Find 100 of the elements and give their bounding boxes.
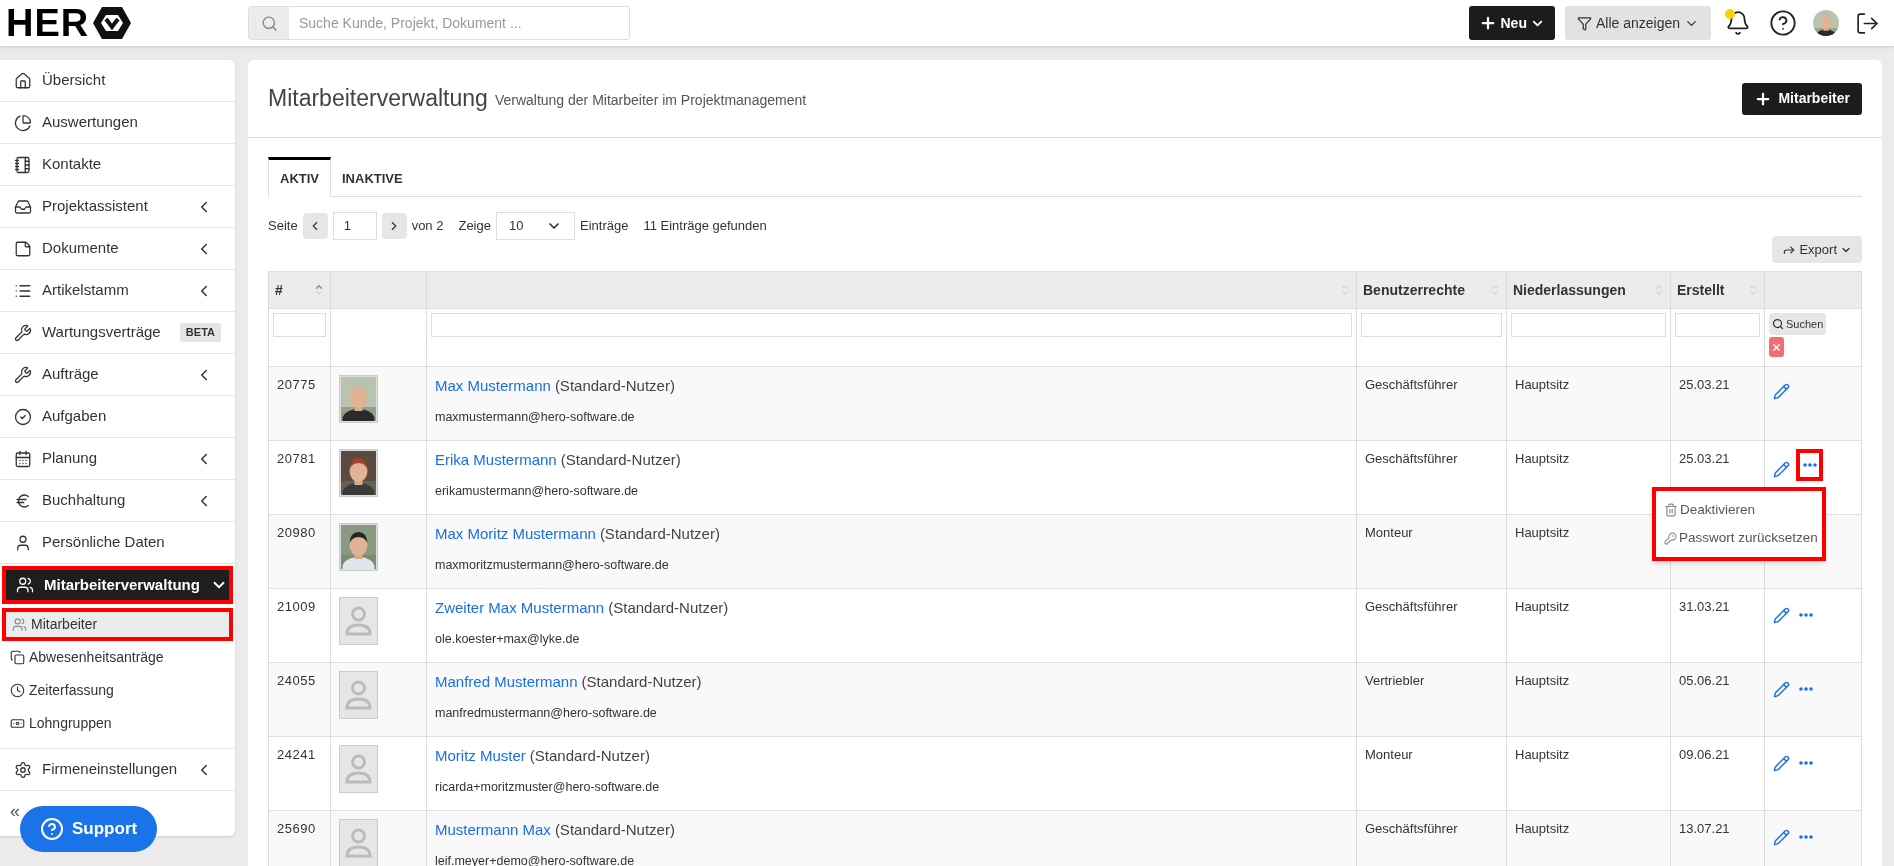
employee-link[interactable]: Moritz Muster: [435, 747, 526, 764]
table-cell: Geschäftsführer: [1365, 451, 1458, 466]
clear-filter-button[interactable]: [1769, 337, 1784, 357]
clock-icon: [10, 683, 25, 698]
role-label: (Standard-Nutzer): [608, 599, 729, 616]
menu-item[interactable]: Deaktivieren: [1656, 496, 1822, 524]
column-header[interactable]: Niederlassungen: [1506, 271, 1671, 309]
logout-icon[interactable]: [1855, 10, 1880, 36]
support-button[interactable]: Support: [20, 806, 158, 852]
employee-link[interactable]: Manfred Mustermann: [435, 673, 578, 690]
users-icon: [16, 576, 34, 594]
page-size-select[interactable]: 10: [496, 212, 575, 240]
home-icon: [14, 71, 32, 90]
tab[interactable]: AKTIV: [268, 157, 331, 197]
export-button[interactable]: Export: [1772, 236, 1862, 263]
filter-field[interactable]: [273, 313, 326, 337]
sidebar-item[interactable]: Artikelstamm: [0, 270, 235, 312]
table-cell: 05.06.21: [1679, 673, 1730, 688]
column-header[interactable]: Benutzerrechte: [1356, 271, 1507, 309]
sidebar-item[interactable]: Mitarbeiterverwaltung: [2, 566, 233, 604]
table-cell: 21009: [277, 599, 316, 614]
sidebar-item[interactable]: Dokumente: [0, 228, 235, 270]
previous-page-button[interactable]: [302, 213, 328, 239]
employee-link[interactable]: Max Mustermann: [435, 377, 551, 394]
email-text: manfredmustermann@hero-software.de: [435, 704, 658, 722]
sidebar-item[interactable]: Wartungsverträge BETA: [0, 312, 235, 354]
search-icon: [1772, 318, 1784, 330]
collapse-sidebar-icon[interactable]: «: [10, 797, 20, 825]
sidebar-subitem[interactable]: Abwesenheitsanträge: [0, 641, 235, 674]
table-cell: 24055: [277, 673, 316, 688]
search-input[interactable]: Suche Kunde, Projekt, Dokument ...: [289, 12, 629, 34]
search-field[interactable]: Suche Kunde, Projekt, Dokument ...: [248, 6, 630, 40]
edit-icon[interactable]: [1773, 754, 1790, 772]
sidebar-item[interactable]: Projektassistent: [0, 186, 235, 228]
employee-link[interactable]: Zweiter Max Mustermann: [435, 599, 605, 616]
sort-icon[interactable]: [314, 282, 324, 298]
wrench-icon: [14, 365, 32, 384]
filter-field[interactable]: [1511, 313, 1666, 337]
menu-item[interactable]: Passwort zurücksetzen: [1656, 524, 1822, 552]
sidebar-item[interactable]: Buchhaltung: [0, 480, 235, 522]
table-cell: 13.07.21: [1679, 821, 1730, 836]
sidebar-item[interactable]: Kontakte: [0, 144, 235, 186]
employee-link[interactable]: Max Moritz Mustermann: [435, 525, 596, 542]
entries-label: Einträge: [580, 217, 629, 236]
next-page-button[interactable]: [381, 213, 407, 239]
key-icon: [1664, 531, 1677, 545]
sidebar-item[interactable]: Planung: [0, 438, 235, 480]
email-text: ricarda+moritzmuster@hero-software.de: [435, 778, 661, 796]
help-icon[interactable]: [1769, 9, 1797, 37]
logo-icon[interactable]: [91, 5, 134, 41]
edit-icon[interactable]: [1773, 606, 1790, 624]
bell-icon[interactable]: [1725, 10, 1751, 36]
edit-icon[interactable]: [1773, 383, 1790, 400]
logo-text[interactable]: HER: [6, 4, 90, 42]
check-circle-icon: [14, 407, 32, 426]
edit-icon[interactable]: [1773, 828, 1790, 846]
column-header[interactable]: Erstellt: [1670, 271, 1765, 309]
employee-link[interactable]: Erika Mustermann: [435, 451, 557, 468]
role-label: (Standard-Nutzer): [554, 821, 675, 838]
table-cell: 31.03.21: [1679, 599, 1730, 614]
sidebar-subitem[interactable]: Mitarbeiter: [2, 608, 233, 641]
column-header[interactable]: #: [268, 271, 331, 309]
table-cell: Geschäftsführer: [1365, 599, 1458, 614]
role-label: (Standard-Nutzer): [599, 525, 720, 542]
employee-link[interactable]: Mustermann Max: [435, 821, 551, 838]
email-text: ole.koester+max@lyke.de: [435, 630, 581, 648]
table-cell: Hauptsitz: [1515, 821, 1570, 836]
more-button[interactable]: [1796, 449, 1823, 481]
filter-field[interactable]: [1675, 313, 1760, 337]
new-button[interactable]: Neu: [1469, 6, 1555, 40]
table-cell: Hauptsitz: [1515, 525, 1570, 540]
sidebar-item[interactable]: Firmeneinstellungen: [0, 749, 235, 791]
table-cell: 25.03.21: [1679, 451, 1730, 466]
sidebar-item[interactable]: Aufgaben: [0, 396, 235, 438]
ellipsis-icon: [1802, 463, 1817, 467]
ellipsis-icon: [1799, 613, 1813, 617]
edit-icon[interactable]: [1773, 460, 1790, 478]
page-field[interactable]: 1: [332, 212, 377, 240]
sidebar-subitem[interactable]: Lohngruppen: [0, 707, 235, 740]
edit-icon[interactable]: [1773, 680, 1790, 698]
filter-field[interactable]: [1361, 313, 1502, 337]
sidebar-item[interactable]: Übersicht: [0, 60, 235, 102]
page-title: Mitarbeiterverwaltung: [268, 84, 488, 114]
table-cell: 20775: [277, 377, 316, 392]
filter-field[interactable]: [431, 313, 1352, 337]
note-icon: [14, 239, 32, 258]
user-avatar[interactable]: [1813, 10, 1839, 36]
sidebar-item[interactable]: Auswertungen: [0, 102, 235, 144]
role-label: (Standard-Nutzer): [560, 451, 681, 468]
sidebar-item[interactable]: Aufträge: [0, 354, 235, 396]
filter-button[interactable]: Alle anzeigen: [1564, 6, 1711, 40]
ellipsis-icon: [1799, 687, 1813, 691]
ellipsis-icon: [1799, 761, 1813, 765]
tab[interactable]: INAKTIVE: [331, 157, 414, 197]
search-button[interactable]: Suchen: [1769, 313, 1827, 335]
sidebar-item[interactable]: Persönliche Daten: [0, 522, 235, 564]
add-employee-button[interactable]: Mitarbeiter: [1742, 82, 1862, 115]
table-cell: Hauptsitz: [1515, 377, 1570, 392]
beta-badge: BETA: [179, 323, 221, 342]
sidebar-subitem[interactable]: Zeiterfassung: [0, 674, 235, 707]
